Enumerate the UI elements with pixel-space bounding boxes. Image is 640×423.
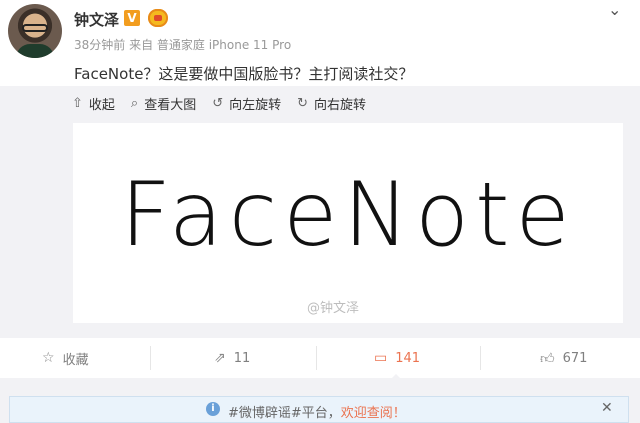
notice-link[interactable]: 欢迎查阅！	[341, 406, 406, 421]
member-badge-icon[interactable]	[148, 9, 168, 27]
up-arrow-icon: ⇧	[72, 95, 83, 111]
comment-count: 141	[395, 350, 421, 366]
collapse-label: 收起	[88, 97, 115, 113]
avatar[interactable]	[8, 4, 62, 58]
close-icon[interactable]: ✕	[601, 400, 613, 416]
collapse-button[interactable]: ⇧ 收起	[72, 94, 115, 113]
thumb-up-icon: 👍︎	[540, 350, 555, 367]
repost-icon: ⇗	[214, 350, 226, 366]
post-text: FaceNote？这是要做中国版脸书？主打阅读社交？	[74, 65, 414, 83]
rotate-left-icon: ↺	[212, 95, 224, 111]
avatar-shirt	[16, 44, 54, 58]
favorite-label: 收藏	[62, 352, 89, 368]
repost-button[interactable]: ⇗ 11	[214, 338, 250, 378]
rotate-left-button[interactable]: ↺ 向左旋转	[212, 94, 281, 113]
favorite-button[interactable]: ☆ 收藏	[42, 338, 89, 378]
divider	[480, 346, 481, 370]
rotate-right-label: 向右旋转	[314, 97, 367, 113]
avatar-glasses	[22, 24, 48, 32]
rotate-left-label: 向左旋转	[229, 97, 282, 113]
notice-prefix: #微博辟谣#平台，	[228, 406, 341, 421]
like-button[interactable]: 👍︎ 671	[540, 338, 587, 378]
media-toolbar: ⇧ 收起 ⌕ 查看大图 ↺ 向左旋转 ↻ 向右旋转	[72, 94, 382, 113]
rotate-right-button[interactable]: ↻ 向右旋转	[297, 94, 366, 113]
view-large-button[interactable]: ⌕ 查看大图	[131, 94, 196, 113]
repost-count: 11	[233, 350, 251, 366]
like-count: 671	[562, 350, 588, 366]
post-meta: 38分钟前 来自 普通家庭 iPhone 11 Pro	[74, 38, 292, 52]
notice-text: #微博辟谣#平台，欢迎查阅！	[228, 402, 406, 421]
post-image[interactable]: FaceNote @钟文泽	[73, 123, 623, 323]
comment-button[interactable]: ▭ 141	[374, 338, 420, 378]
info-icon: i	[206, 402, 220, 416]
post-header: 钟文泽 V 38分钟前 来自 普通家庭 iPhone 11 Pro ⌄	[0, 0, 640, 58]
view-large-label: 查看大图	[144, 97, 197, 113]
action-bar: ☆ 收藏 ⇗ 11 ▭ 141 👍︎ 671	[0, 338, 640, 380]
comment-icon: ▭	[374, 350, 388, 366]
divider	[150, 346, 151, 370]
star-icon: ☆	[42, 350, 55, 366]
image-logo-text: FaceNote	[120, 163, 576, 266]
divider	[316, 346, 317, 370]
rotate-right-icon: ↻	[297, 95, 309, 111]
author-name[interactable]: 钟文泽	[74, 9, 119, 30]
image-watermark: @钟文泽	[307, 301, 360, 316]
verified-badge: V	[124, 10, 140, 26]
chevron-down-icon[interactable]: ⌄	[608, 0, 621, 19]
magnifier-icon: ⌕	[130, 95, 139, 111]
